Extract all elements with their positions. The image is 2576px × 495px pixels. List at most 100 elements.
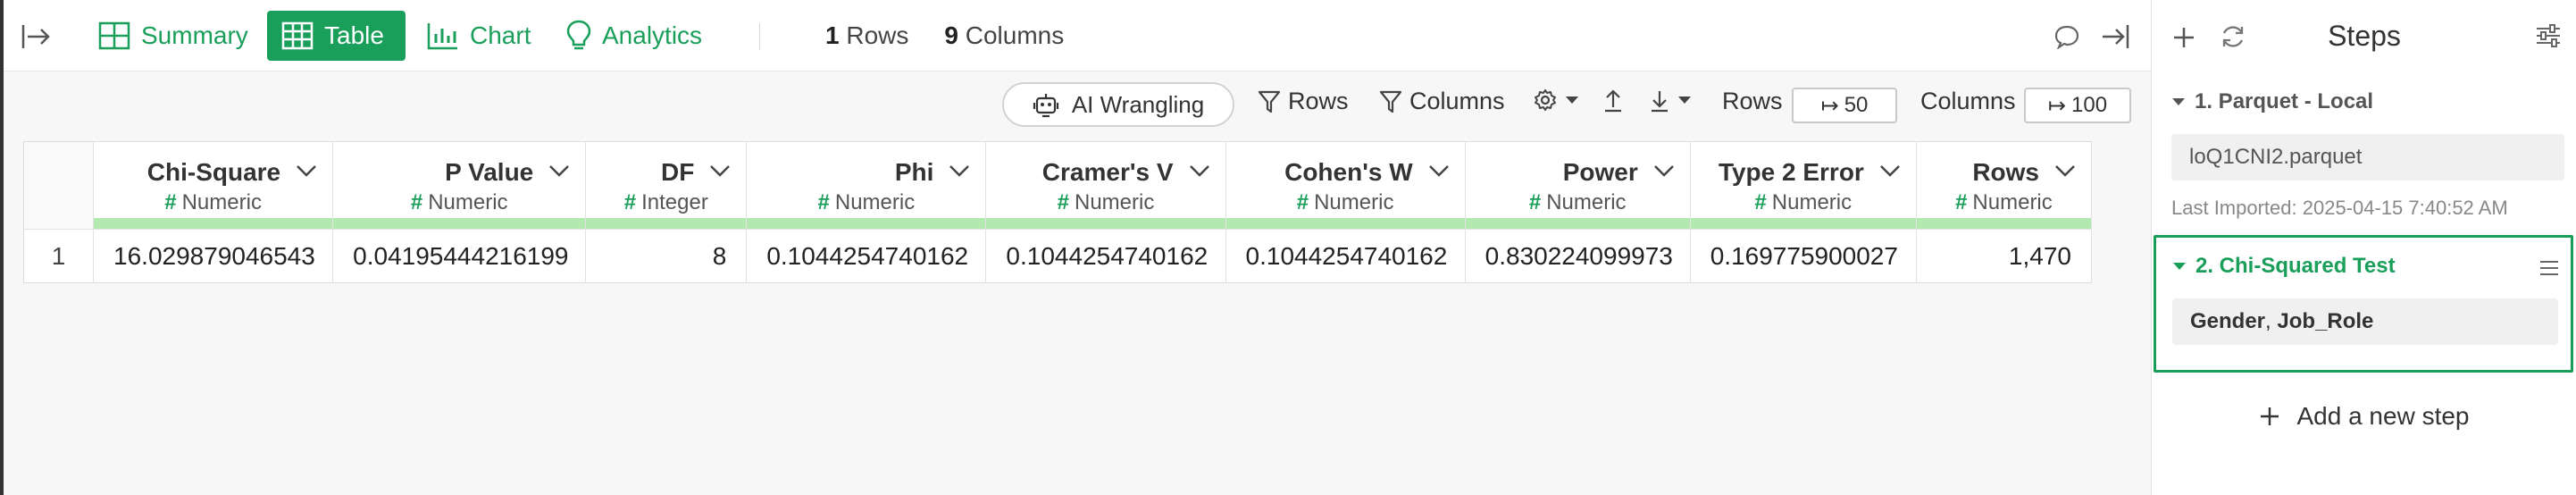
- column-type: # Numeric: [1057, 190, 1155, 214]
- caret-down-icon: [2172, 98, 2185, 105]
- table-cell[interactable]: 8: [585, 229, 748, 283]
- column-type: # Numeric: [1955, 190, 2053, 214]
- column-type: # Numeric: [1296, 190, 1394, 214]
- column-type: # Numeric: [817, 190, 916, 214]
- column-name: Chi-Square: [146, 158, 281, 186]
- table-icon: [281, 21, 314, 50]
- tab-chart[interactable]: Chart: [413, 11, 545, 61]
- column-quality-bar: [986, 218, 1225, 229]
- caret-down-icon: [1566, 96, 1578, 104]
- robot-icon: [1033, 94, 1058, 118]
- collapse-panel-icon[interactable]: [2097, 21, 2133, 52]
- limit-arrow-icon: ↦: [1820, 93, 1839, 118]
- hash-icon: #: [164, 190, 177, 214]
- settings-dropdown[interactable]: [1533, 88, 1579, 113]
- comment-icon[interactable]: [2051, 21, 2083, 52]
- upload-button[interactable]: [1602, 88, 1624, 113]
- chevron-down-icon[interactable]: [708, 162, 732, 180]
- ai-wrangling-label: AI Wrangling: [1071, 90, 1205, 118]
- table-cell[interactable]: 0.1044254740162: [746, 229, 987, 283]
- step-1-file[interactable]: loQ1CNI2.parquet: [2171, 134, 2564, 180]
- expand-sidebar-icon[interactable]: [18, 21, 54, 52]
- rows-limit-input[interactable]: ↦ 50: [1792, 88, 1897, 123]
- rows-filter-button[interactable]: Rows: [1258, 88, 1349, 115]
- column-header[interactable]: DF # Integer: [585, 141, 748, 230]
- chevron-down-icon[interactable]: [1427, 162, 1451, 180]
- column-header[interactable]: Phi # Numeric: [746, 141, 987, 230]
- column-header[interactable]: Cohen's W # Numeric: [1225, 141, 1466, 230]
- rows-limit-value: 50: [1844, 93, 1869, 117]
- step-2-header[interactable]: 2. Chi-Squared Test: [2172, 254, 2396, 279]
- column-quality-bar: [1690, 218, 1916, 229]
- tab-analytics[interactable]: Analytics: [552, 11, 716, 61]
- column-quality-bar: [333, 218, 586, 229]
- column-header[interactable]: Cramer's V # Numeric: [985, 141, 1226, 230]
- chevron-down-icon[interactable]: [1878, 162, 1902, 180]
- header-row: Chi-Square # Numeric P Value # Numeric DF # In…: [22, 141, 2093, 230]
- tab-chart-label: Chart: [470, 21, 531, 49]
- tab-table[interactable]: Table: [267, 11, 406, 61]
- row-column-counts: 1 Rows 9 Columns: [825, 21, 1064, 50]
- step-2-parameters: Gender, Job_Role: [2172, 298, 2558, 345]
- sliders-icon[interactable]: [2532, 20, 2564, 52]
- column-name: Rows: [1972, 158, 2039, 186]
- column-type: # Numeric: [164, 190, 262, 214]
- table-toolbar: AI Wrangling Rows Columns Rows ↦ 50 Colu…: [4, 79, 2151, 132]
- hash-icon: #: [1955, 190, 1968, 214]
- tab-analytics-label: Analytics: [602, 21, 703, 49]
- chevron-down-icon[interactable]: [948, 162, 971, 180]
- column-header[interactable]: Chi-Square # Numeric: [93, 141, 334, 230]
- column-name: Cramer's V: [1041, 158, 1174, 186]
- download-dropdown[interactable]: [1649, 88, 1692, 113]
- add-step-button[interactable]: Add a new step: [2152, 402, 2576, 431]
- table-cell[interactable]: 16.029879046543: [93, 229, 334, 283]
- column-quality-bar: [747, 218, 986, 229]
- step-1-header[interactable]: 1. Parquet - Local: [2171, 89, 2373, 114]
- column-name: Phi: [894, 158, 934, 186]
- table-cell[interactable]: 0.04195444216199: [332, 229, 587, 283]
- column-quality-bar: [586, 218, 747, 229]
- table-cell[interactable]: 0.169775900027: [1690, 229, 1917, 283]
- columns-filter-button[interactable]: Columns: [1379, 88, 1505, 115]
- table-cell[interactable]: 0.830224099973: [1465, 229, 1691, 283]
- summary-grid-icon: [98, 21, 130, 50]
- column-quality-bar: [1225, 218, 1465, 229]
- column-type: # Numeric: [1754, 190, 1853, 214]
- hash-icon: #: [1754, 190, 1767, 214]
- tab-summary[interactable]: Summary: [84, 11, 263, 61]
- table-row: 1 16.029879046543 0.04195444216199 8 0.1…: [22, 229, 2093, 283]
- column-header[interactable]: P Value # Numeric: [332, 141, 587, 230]
- hash-icon: #: [817, 190, 830, 214]
- table-cell[interactable]: 0.1044254740162: [1225, 229, 1466, 283]
- upload-icon: [1605, 89, 1621, 113]
- chevron-down-icon[interactable]: [1652, 162, 1676, 180]
- columns-limit-value: 100: [2071, 93, 2108, 117]
- chevron-down-icon[interactable]: [295, 162, 318, 180]
- filter-icon: [1258, 90, 1281, 113]
- bar-chart-icon: [427, 23, 457, 50]
- column-header[interactable]: Type 2 Error # Numeric: [1690, 141, 1917, 230]
- step-1-title: 1. Parquet - Local: [2195, 89, 2374, 113]
- hash-icon: #: [1528, 190, 1542, 214]
- column-name: P Value: [445, 158, 534, 186]
- tab-table-label: Table: [324, 21, 384, 49]
- step-2-card[interactable]: 2. Chi-Squared Test Gender, Job_Role: [2154, 235, 2573, 373]
- menu-icon[interactable]: [2537, 256, 2562, 281]
- table-cell[interactable]: 1,470: [1916, 229, 2093, 283]
- column-name: Type 2 Error: [1718, 158, 1864, 186]
- column-header[interactable]: Power # Numeric: [1465, 141, 1691, 230]
- ai-wrangling-button[interactable]: AI Wrangling: [1002, 82, 1234, 127]
- columns-limit-input[interactable]: ↦ 100: [2024, 88, 2131, 123]
- column-name: DF: [660, 158, 695, 186]
- step-1-last-imported: Last Imported: 2025-04-15 7:40:52 AM: [2171, 197, 2508, 219]
- hash-icon: #: [410, 190, 423, 214]
- table-cell[interactable]: 0.1044254740162: [985, 229, 1226, 283]
- data-table: Chi-Square # Numeric P Value # Numeric DF # In…: [22, 141, 2093, 283]
- columns-limit-label: Columns: [1920, 88, 2016, 114]
- chevron-down-icon[interactable]: [2053, 162, 2077, 180]
- chevron-down-icon[interactable]: [548, 162, 571, 180]
- chevron-down-icon[interactable]: [1188, 162, 1211, 180]
- column-header[interactable]: Rows # Numeric: [1916, 141, 2093, 230]
- columns-count: 9 Columns: [944, 21, 1065, 49]
- param-gender: Gender: [2190, 309, 2266, 333]
